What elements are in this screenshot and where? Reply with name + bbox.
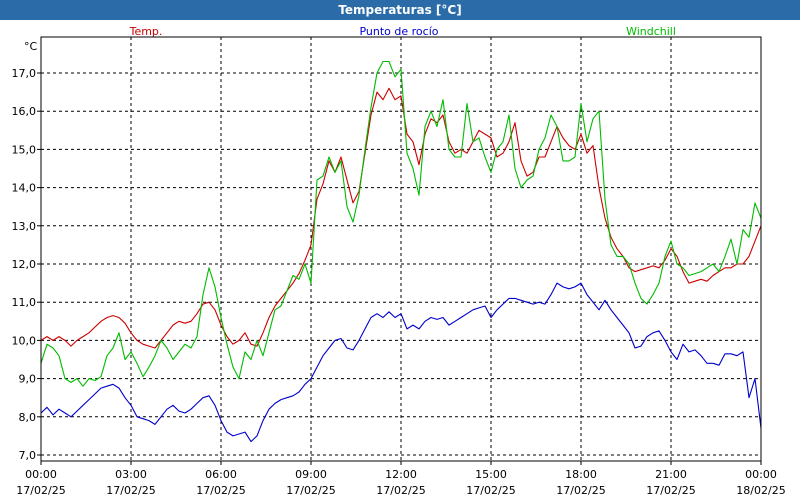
x-tick-label-time: 18:00 [565, 468, 597, 481]
y-axis-unit-label: °C [24, 40, 38, 53]
x-tick-label-time: 21:00 [655, 468, 687, 481]
chart-container: Temperaturas [°C] °C Temp. Punto de rocío… [0, 0, 800, 500]
x-tick-label-date: 17/02/25 [646, 484, 695, 497]
x-tick-label-date: 17/02/25 [16, 484, 65, 497]
chart-background [0, 0, 800, 500]
y-tick-label: 7,0 [19, 449, 37, 462]
x-tick-label-time: 12:00 [385, 468, 417, 481]
x-tick-label-date: 17/02/25 [106, 484, 155, 497]
x-tick-label-date: 17/02/25 [286, 484, 335, 497]
x-tick-label-time: 00:00 [25, 468, 57, 481]
y-tick-label: 10,0 [12, 334, 37, 347]
x-tick-label-date: 17/02/25 [556, 484, 605, 497]
temperature-chart: Temperaturas [°C] °C Temp. Punto de rocío… [0, 0, 800, 500]
legend-entry: Windchill [626, 25, 676, 38]
x-tick-label-time: 00:00 [745, 468, 777, 481]
x-tick-label-time: 09:00 [295, 468, 327, 481]
legend-entry: Temp. [129, 25, 163, 38]
y-tick-label: 15,0 [12, 143, 37, 156]
x-tick-label-date: 17/02/25 [466, 484, 515, 497]
x-tick-label-date: 17/02/25 [376, 484, 425, 497]
y-tick-label: 8,0 [19, 411, 37, 424]
y-tick-label: 9,0 [19, 373, 37, 386]
y-tick-label: 17,0 [12, 67, 37, 80]
x-tick-label-time: 03:00 [115, 468, 147, 481]
y-tick-label: 13,0 [12, 220, 37, 233]
y-tick-label: 12,0 [12, 258, 37, 271]
legend-entry: Punto de rocío [359, 25, 438, 38]
y-tick-label: 11,0 [12, 296, 37, 309]
x-tick-label-date: 17/02/25 [196, 484, 245, 497]
y-tick-label: 14,0 [12, 182, 37, 195]
y-tick-label: 16,0 [12, 105, 37, 118]
chart-title: Temperaturas [°C] [338, 3, 461, 17]
x-tick-label-date: 18/02/25 [736, 484, 785, 497]
x-tick-label-time: 06:00 [205, 468, 237, 481]
x-tick-label-time: 15:00 [475, 468, 507, 481]
